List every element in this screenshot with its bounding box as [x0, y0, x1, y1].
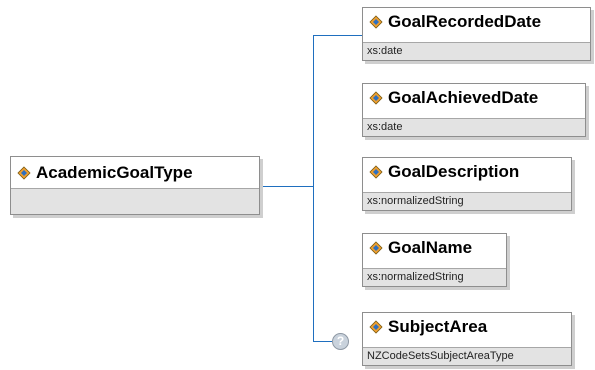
child-element-header: SubjectArea	[363, 313, 571, 340]
element-diamond-icon	[369, 14, 383, 29]
child-element-type: xs:date	[363, 118, 585, 136]
child-element-goal-name[interactable]: GoalName xs:normalizedString	[362, 233, 507, 287]
child-element-header: GoalDescription	[363, 158, 571, 185]
child-element-type: NZCodeSetsSubjectAreaType	[363, 347, 571, 365]
child-element-goal-recorded-date[interactable]: GoalRecordedDate xs:date	[362, 7, 591, 61]
child-element-header: GoalAchievedDate	[363, 84, 585, 111]
child-element-type: xs:normalizedString	[363, 268, 506, 286]
child-element-header: GoalRecordedDate	[363, 8, 590, 35]
element-diamond-icon	[369, 240, 383, 255]
element-diamond-icon	[17, 165, 31, 180]
root-element-name: AcademicGoalType	[36, 162, 193, 182]
child-element-goal-description[interactable]: GoalDescription xs:normalizedString	[362, 157, 572, 211]
child-element-header: GoalName	[363, 234, 506, 261]
child-element-subject-area[interactable]: SubjectArea NZCodeSetsSubjectAreaType	[362, 312, 572, 366]
element-diamond-icon	[369, 319, 383, 334]
root-element-header: AcademicGoalType	[11, 157, 259, 188]
child-element-type: xs:normalizedString	[363, 192, 571, 210]
child-element-name: GoalName	[388, 237, 473, 257]
root-element-box[interactable]: AcademicGoalType	[10, 156, 260, 215]
child-element-name: GoalAchievedDate	[388, 87, 539, 107]
element-diamond-icon	[369, 164, 383, 179]
child-element-type: xs:date	[363, 42, 590, 60]
root-element-type-bar	[11, 188, 259, 214]
child-element-name: GoalDescription	[388, 161, 520, 181]
child-element-name: GoalRecordedDate	[388, 11, 542, 31]
optional-marker-icon: ?	[332, 333, 349, 350]
element-diamond-icon	[369, 90, 383, 105]
child-element-goal-achieved-date[interactable]: GoalAchievedDate xs:date	[362, 83, 586, 137]
child-element-name: SubjectArea	[388, 316, 488, 336]
